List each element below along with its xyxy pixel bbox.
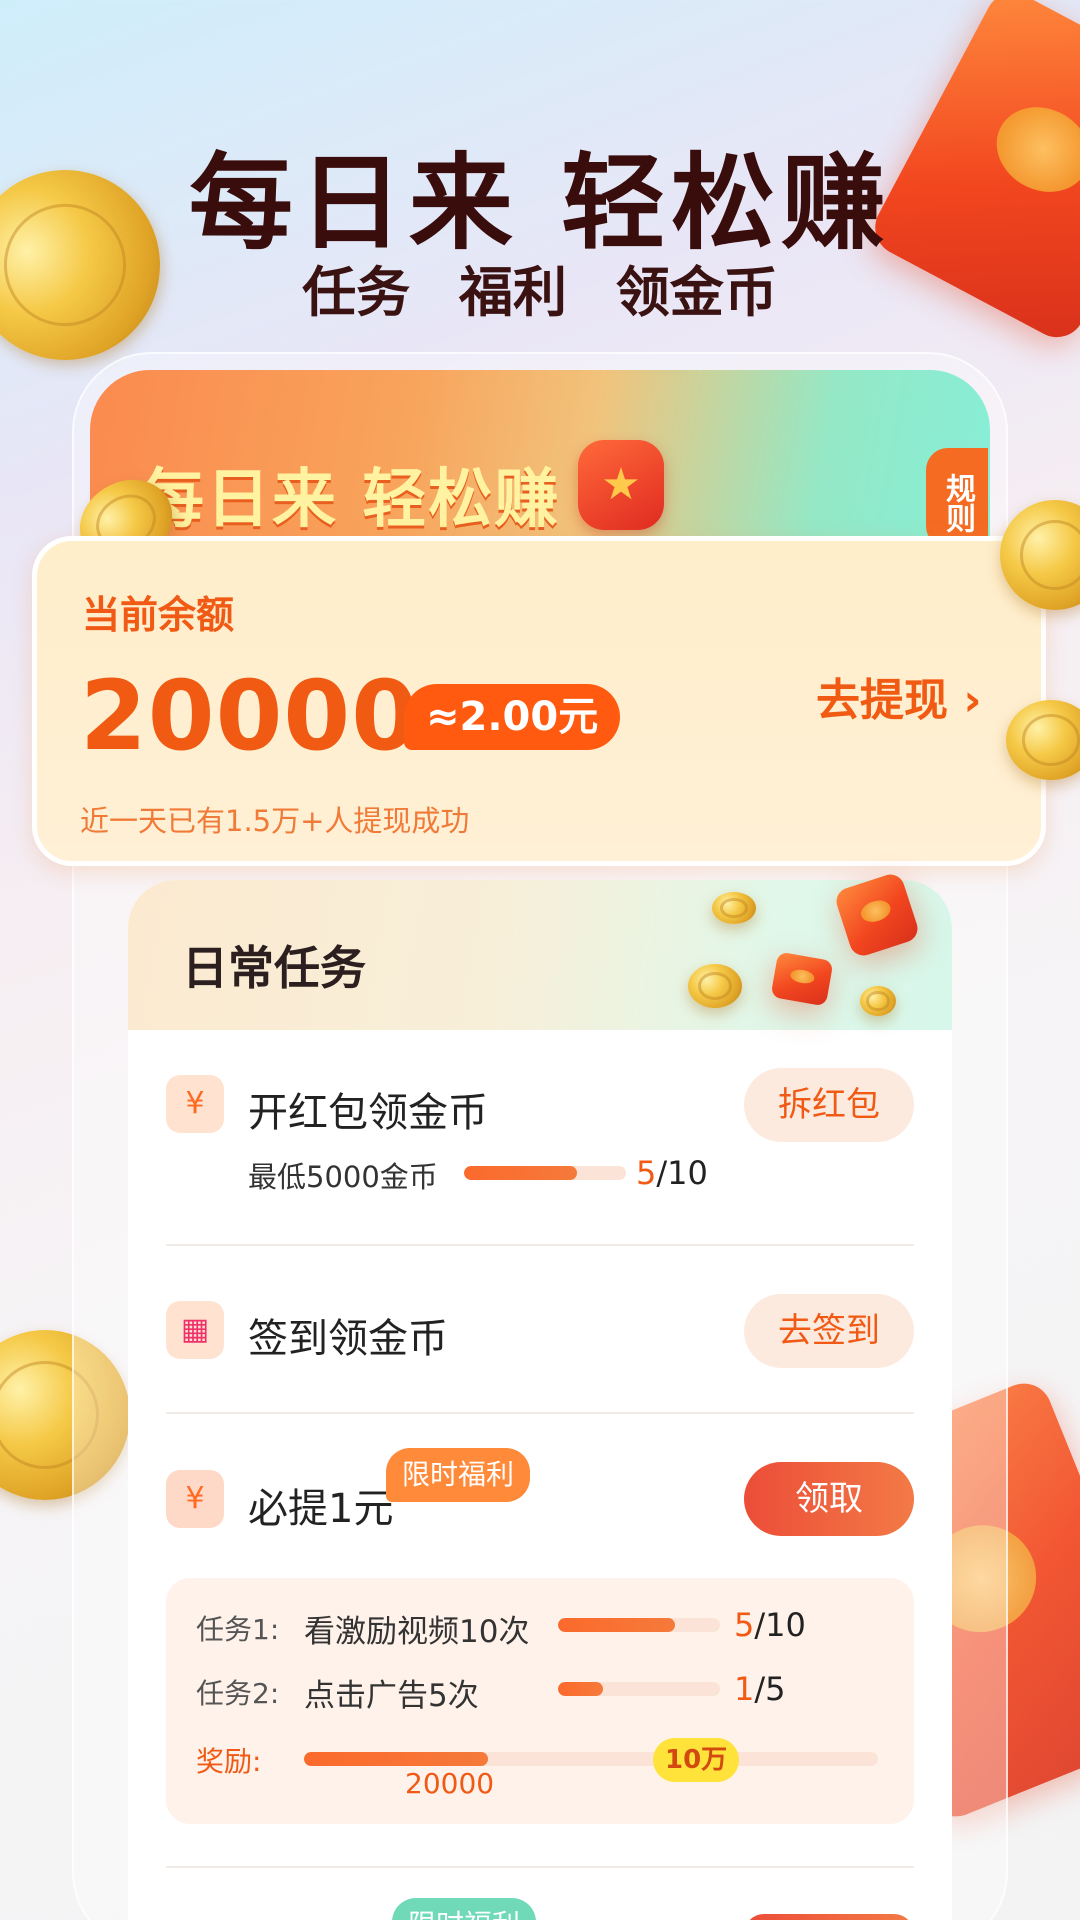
hero-subtitle: 任务 福利 领金币: [302, 261, 778, 324]
coin-decoration: [688, 964, 742, 1008]
red-envelope-decoration: [770, 951, 834, 1007]
subtask-progress-count: 1/5: [734, 1670, 786, 1708]
open-red-envelope-button[interactable]: 拆红包: [744, 1068, 914, 1142]
task-name: 签到领金币: [248, 1316, 448, 1362]
divider: [166, 1244, 914, 1246]
reward-value: 20000: [405, 1767, 495, 1800]
yuan-icon: ¥: [166, 1470, 224, 1528]
divider: [166, 1412, 914, 1414]
next-task-button[interactable]: [744, 1914, 914, 1920]
subtask-desc: 点击广告5次: [304, 1678, 479, 1714]
withdraw-link[interactable]: 去提现 ›: [816, 664, 981, 728]
reward-target-marker: 10万: [653, 1738, 740, 1782]
reward-label: 奖励:: [196, 1745, 262, 1778]
balance-value: 20000: [80, 660, 419, 772]
reward-progress-bar: [304, 1752, 878, 1766]
daily-tasks-title: 日常任务: [182, 941, 366, 995]
red-envelope-icon: ¥: [166, 1075, 224, 1133]
balance-label: 当前余额: [82, 593, 235, 637]
withdraw-note: 近一天已有1.5万+人提现成功: [80, 804, 470, 838]
task-name: 必提1元: [248, 1486, 394, 1532]
calendar-icon: ▦: [166, 1301, 224, 1359]
task-progress-bar: [464, 1166, 626, 1180]
subtask-label: 任务2:: [196, 1677, 280, 1710]
divider: [166, 1866, 914, 1868]
balance-approx-badge: ≈2.00元: [404, 684, 621, 750]
coin-decoration: [860, 986, 896, 1016]
check-in-button[interactable]: 去签到: [744, 1294, 914, 1368]
subtask-desc: 看激励视频10次: [304, 1614, 530, 1650]
subtask-progress-bar: [558, 1682, 720, 1696]
coin-decoration: [712, 892, 756, 924]
task-progress-count: 5/10: [636, 1154, 708, 1192]
gift-icon: ★: [578, 440, 664, 530]
rules-button[interactable]: 规则: [926, 448, 988, 548]
limited-offer-tag: 限时福利: [392, 1898, 537, 1920]
claim-button[interactable]: 领取: [744, 1462, 914, 1536]
subtask-progress-bar: [558, 1618, 720, 1632]
hero-title: 每日来 轻松赚: [188, 142, 892, 264]
task-name: 开红包领金币: [248, 1090, 488, 1136]
limited-offer-tag: 限时福利: [386, 1448, 531, 1502]
subtask-progress-count: 5/10: [734, 1606, 806, 1644]
task-subtext: 最低5000金币: [248, 1160, 438, 1194]
subtask-label: 任务1:: [196, 1613, 280, 1646]
banner-title: 每日来 轻松赚: [140, 463, 561, 537]
